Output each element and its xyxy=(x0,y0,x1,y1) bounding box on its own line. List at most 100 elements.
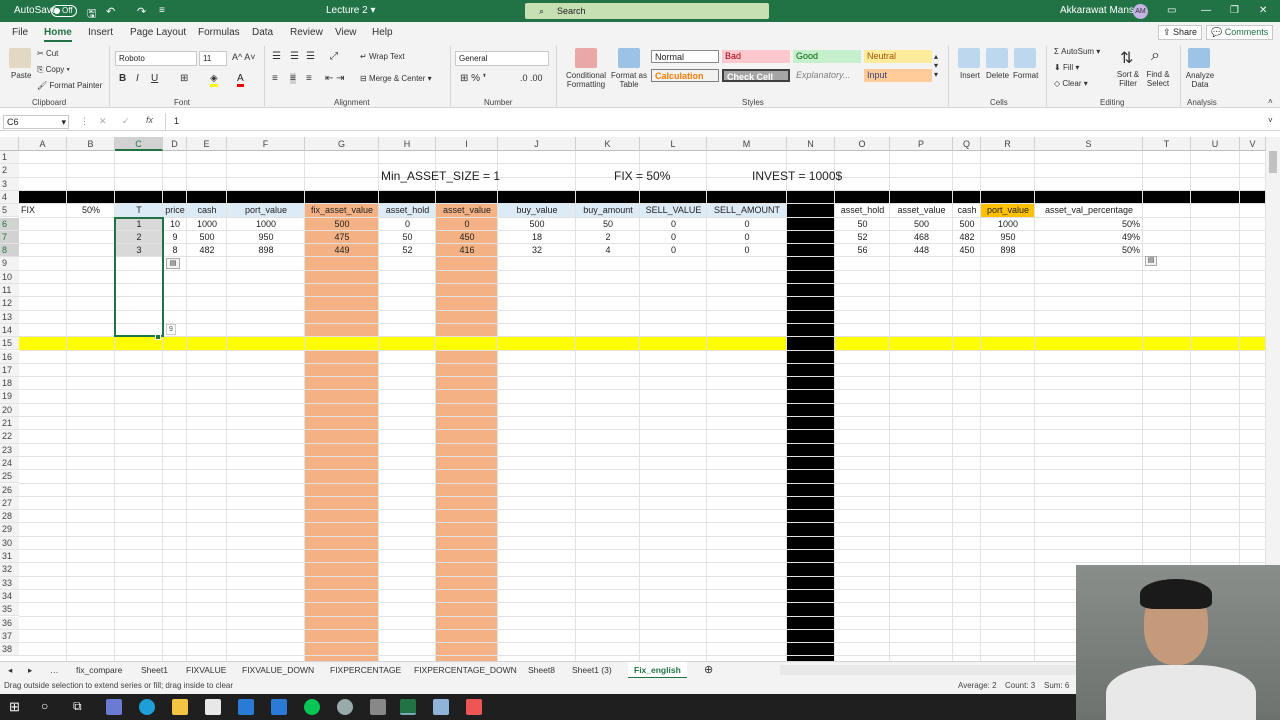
column-header-q[interactable]: Q xyxy=(953,137,981,151)
data-cell[interactable]: 1 xyxy=(115,218,163,231)
minimize-icon[interactable]: — xyxy=(1201,5,1211,16)
data-cell[interactable]: 50 xyxy=(835,218,890,231)
data-cell[interactable]: 500 xyxy=(953,218,981,231)
column-header-e[interactable]: E xyxy=(187,137,227,151)
number-format-select[interactable]: General xyxy=(455,51,549,66)
redo-icon[interactable]: ↷ xyxy=(137,5,146,18)
row-header-36[interactable]: 36 xyxy=(0,616,19,630)
line-icon[interactable] xyxy=(304,699,320,715)
style-good[interactable]: Good xyxy=(793,50,861,63)
row-header-7[interactable]: 7 xyxy=(0,230,19,245)
row-header-23[interactable]: 23 xyxy=(0,443,19,457)
column-header-n[interactable]: N xyxy=(787,137,835,151)
data-cell[interactable]: 49% xyxy=(1035,231,1143,244)
row-header-6[interactable]: 6 xyxy=(0,217,19,231)
data-cell[interactable]: 0 xyxy=(707,231,787,244)
align-bottom-icon[interactable]: ☰ xyxy=(306,51,315,62)
bold-icon[interactable]: B xyxy=(119,73,126,84)
sheet-tab-fix-compare[interactable]: fix_compare xyxy=(76,665,122,675)
data-cell[interactable]: 0 xyxy=(640,231,707,244)
column-header-d[interactable]: D xyxy=(163,137,187,151)
header-right-port-value[interactable]: port_value xyxy=(981,204,1035,217)
data-cell[interactable]: 56 xyxy=(835,244,890,257)
copy-button[interactable]: ⎘ Copy ▾ xyxy=(37,65,70,75)
data-cell[interactable]: 50% xyxy=(1035,244,1143,257)
row-header-24[interactable]: 24 xyxy=(0,456,19,471)
style-check-cell[interactable]: Check Cell xyxy=(722,69,790,82)
search-box[interactable]: ⌕ Search xyxy=(525,3,769,19)
tab-insert[interactable]: Insert xyxy=(88,27,113,38)
style-bad[interactable]: Bad xyxy=(722,50,790,63)
fix-percent-label[interactable]: FIX = 50% xyxy=(614,163,670,190)
collapse-ribbon-icon[interactable]: ˄ xyxy=(1268,97,1273,106)
borders-icon[interactable]: ⊞ xyxy=(180,73,188,84)
app-icon-2[interactable] xyxy=(337,699,353,715)
column-header-t[interactable]: T xyxy=(1143,137,1191,151)
data-cell[interactable]: 2 xyxy=(115,231,163,244)
data-cell[interactable]: 2 xyxy=(576,231,640,244)
sheet-tab-fix-english[interactable]: Fix_english xyxy=(628,662,687,679)
data-cell[interactable]: 500 xyxy=(890,218,953,231)
data-cell[interactable]: 500 xyxy=(305,218,379,231)
data-cell[interactable]: 450 xyxy=(436,231,498,244)
tab-review[interactable]: Review xyxy=(290,27,323,38)
clear-button[interactable]: ◇ Clear ▾ xyxy=(1054,79,1088,88)
name-box[interactable]: C6 ▾ xyxy=(3,115,69,129)
header-cash[interactable]: cash xyxy=(187,204,227,217)
data-cell[interactable]: 500 xyxy=(187,231,227,244)
row-header-26[interactable]: 26 xyxy=(0,483,19,497)
analyze-data-icon[interactable] xyxy=(1188,48,1210,68)
restore-icon[interactable]: ❐ xyxy=(1230,5,1239,16)
row-header-3[interactable]: 3 xyxy=(0,177,19,191)
data-cell[interactable]: 448 xyxy=(890,244,953,257)
header-fix-asset-value[interactable]: fix_asset_value xyxy=(305,204,379,217)
align-right-icon[interactable]: ≡ xyxy=(306,73,312,84)
italic-icon[interactable]: I xyxy=(136,73,139,84)
header-right-asset-val-percentage[interactable]: asset_val_percentage xyxy=(1035,204,1143,217)
data-cell[interactable]: 468 xyxy=(890,231,953,244)
data-cell[interactable]: 50% xyxy=(1035,218,1143,231)
autosum-button[interactable]: Σ AutoSum ▾ xyxy=(1054,47,1100,56)
data-cell[interactable]: 898 xyxy=(227,244,305,257)
style-neutral[interactable]: Neutral xyxy=(864,50,932,63)
format-as-table-icon[interactable] xyxy=(618,48,640,68)
row-header-22[interactable]: 22 xyxy=(0,430,19,444)
row-header-19[interactable]: 19 xyxy=(0,390,19,404)
cancel-entry-icon[interactable]: ✕ xyxy=(99,116,107,127)
paste-button[interactable]: Paste xyxy=(11,71,31,80)
data-cell[interactable]: 0 xyxy=(707,218,787,231)
data-cell[interactable]: 482 xyxy=(187,244,227,257)
sheet-next-icon[interactable]: ▸ xyxy=(28,665,32,676)
cut-button[interactable]: ✂ Cut xyxy=(37,49,58,58)
header-port-value[interactable]: port_value xyxy=(227,204,305,217)
font-grow-icon[interactable]: A^ A˅ xyxy=(232,52,256,62)
tab-data[interactable]: Data xyxy=(252,27,273,38)
header-asset-hold[interactable]: asset_hold xyxy=(379,204,436,217)
header-right-asset-value[interactable]: asset_value xyxy=(890,204,953,217)
tab-view[interactable]: View xyxy=(335,27,357,38)
row-header-8[interactable]: 8 xyxy=(0,244,19,258)
data-cell[interactable]: 52 xyxy=(835,231,890,244)
underline-icon[interactable]: U xyxy=(151,73,158,84)
format-painter-button[interactable]: 🖌 Format Painter xyxy=(37,81,102,90)
data-cell[interactable]: 0 xyxy=(707,244,787,257)
column-header-m[interactable]: M xyxy=(707,137,787,151)
row-header-25[interactable]: 25 xyxy=(0,470,19,484)
align-center-icon[interactable]: ≡ xyxy=(290,73,296,84)
column-header-v[interactable]: V xyxy=(1240,137,1266,151)
column-header-j[interactable]: J xyxy=(498,137,576,151)
data-cell[interactable]: 10 xyxy=(163,218,187,231)
column-header-f[interactable]: F xyxy=(227,137,305,151)
paste-options-icon[interactable]: ▤ xyxy=(1145,256,1157,267)
comments-button[interactable]: 💬 Comments xyxy=(1206,25,1274,40)
app-icon-1[interactable] xyxy=(106,699,122,715)
row-header-16[interactable]: 16 xyxy=(0,350,19,364)
sheet-tab-fixvalue[interactable]: FIXVALUE xyxy=(186,665,226,675)
data-cell[interactable]: 3 xyxy=(115,244,163,257)
edge-icon[interactable] xyxy=(139,699,155,715)
mail-icon[interactable] xyxy=(238,699,254,715)
row-header-14[interactable]: 14 xyxy=(0,323,19,338)
invest-label[interactable]: INVEST = 1000$ xyxy=(752,163,842,190)
fill-button[interactable]: ⬇ Fill ▾ xyxy=(1054,63,1079,72)
row-header-5[interactable]: 5 xyxy=(0,204,19,218)
